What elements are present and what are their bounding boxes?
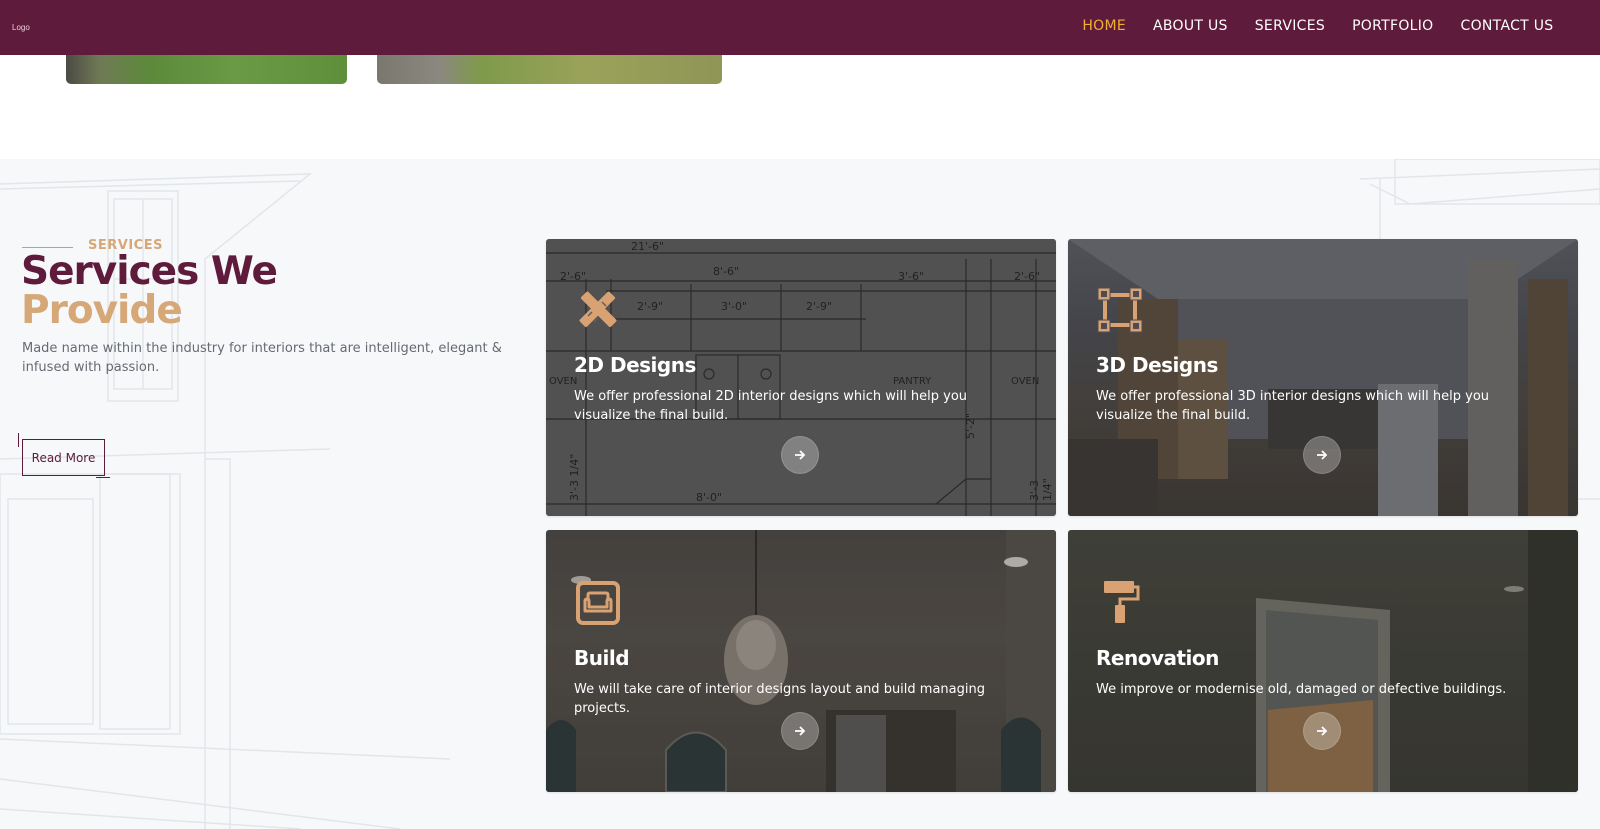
card-arrow-button[interactable] (1303, 436, 1341, 474)
title-line-1: Services We (21, 249, 278, 294)
section-description: Made name within the industry for interi… (22, 341, 502, 375)
service-card-build[interactable]: Build We will take care of interior desi… (546, 530, 1056, 792)
button-corner-accent (18, 433, 19, 447)
garden-photo (66, 55, 347, 84)
arrow-right-icon (1317, 450, 1328, 460)
nav-services[interactable]: SERVICES (1241, 17, 1338, 35)
paint-roller-icon (1104, 581, 1140, 623)
card-arrow-button[interactable] (781, 712, 819, 750)
arrow-right-icon (795, 726, 806, 736)
nav-contact-us[interactable]: CONTACT US (1447, 17, 1567, 35)
service-card-2d-designs[interactable]: 21'-6" 2'-6" 8'-6" 3'-6" 2'-6" 2'-9" 3'-… (546, 239, 1056, 516)
card-description: We offer professional 3D interior design… (1096, 389, 1490, 423)
card-overlay (546, 239, 1056, 516)
vector-square-icon (1097, 287, 1143, 333)
eyebrow-divider (22, 247, 73, 248)
button-corner-accent (96, 477, 110, 478)
walkway-photo (377, 55, 722, 84)
arrow-right-icon (1317, 726, 1328, 736)
card-title: 3D Designs (1096, 353, 1218, 377)
section-title: Services We Provide (21, 249, 278, 333)
card-title: Renovation (1096, 646, 1219, 670)
card-arrow-button[interactable] (781, 436, 819, 474)
card-title: 2D Designs (574, 353, 696, 377)
nav-portfolio[interactable]: PORTFOLIO (1339, 17, 1447, 35)
card-description: We improve or modernise old, damaged or … (1096, 682, 1507, 697)
couch-icon (576, 581, 620, 625)
nav-about-us[interactable]: ABOUT US (1140, 17, 1242, 35)
card-overlay (1068, 239, 1578, 516)
pencil-ruler-icon (579, 291, 617, 328)
services-section: SERVICES Services We Provide Made name w… (0, 159, 1600, 829)
gallery-strip (0, 55, 1600, 159)
logo[interactable]: Logo (12, 23, 30, 32)
card-arrow-button[interactable] (1303, 712, 1341, 750)
main-nav: HOME ABOUT US SERVICES PORTFOLIO CONTACT… (1069, 17, 1567, 35)
card-description: We offer professional 2D interior design… (574, 389, 968, 423)
read-more-button[interactable]: Read More (22, 439, 105, 476)
card-title: Build (574, 646, 630, 670)
service-card-3d-designs[interactable]: 3D Designs We offer professional 3D inte… (1068, 239, 1578, 516)
site-header: Logo HOME ABOUT US SERVICES PORTFOLIO CO… (0, 0, 1600, 55)
arrow-right-icon (795, 450, 806, 460)
nav-home[interactable]: HOME (1069, 17, 1140, 35)
service-card-renovation[interactable]: Renovation We improve or modernise old, … (1068, 530, 1578, 792)
title-line-2: Provide (21, 288, 183, 333)
